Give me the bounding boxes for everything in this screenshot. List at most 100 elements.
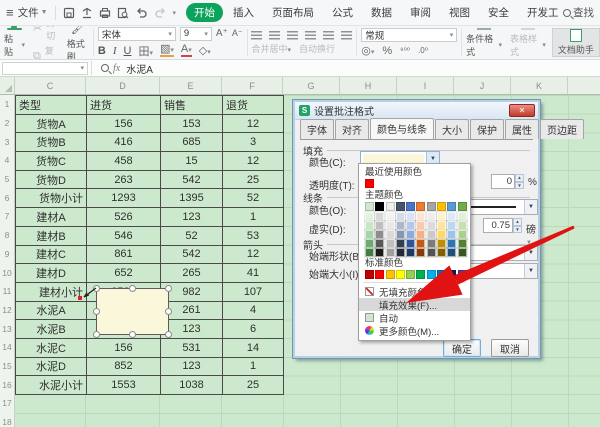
color-swatch[interactable]	[406, 202, 415, 211]
number-format-select[interactable]: 常规▾	[361, 28, 457, 42]
color-swatch[interactable]	[447, 248, 456, 257]
align-middle-icon[interactable]	[269, 31, 280, 40]
menu-tab-开发工具[interactable]: 开发工具	[519, 3, 559, 22]
fill-color-icon[interactable]: ▧▾	[160, 45, 174, 57]
chevron-down-icon[interactable]: ▼	[524, 200, 537, 214]
paste-button[interactable]: 粘贴▾	[4, 32, 25, 58]
color-swatch[interactable]	[437, 270, 446, 279]
row-header-9[interactable]: 9	[0, 245, 14, 264]
value-cell[interactable]: 25	[223, 171, 284, 190]
row-header-3[interactable]: 3	[0, 132, 14, 151]
menu-tab-数据[interactable]: 数据	[363, 3, 400, 22]
header-cell[interactable]: 类型	[16, 96, 87, 115]
header-cell[interactable]: 销售	[161, 96, 223, 115]
select-all-corner[interactable]	[0, 77, 15, 94]
fill-effects-item[interactable]: 填充效果(F)...	[359, 298, 470, 311]
color-swatch[interactable]	[416, 212, 425, 221]
value-cell[interactable]: 52	[161, 227, 223, 246]
value-cell[interactable]: 14	[223, 339, 284, 358]
menu-tab-插入[interactable]: 插入	[225, 3, 262, 22]
color-swatch[interactable]	[427, 239, 436, 248]
row-header-2[interactable]: 2	[0, 114, 14, 133]
dialog-tab-保护[interactable]: 保护	[470, 119, 504, 139]
category-cell[interactable]: 建材小计	[16, 283, 87, 302]
color-swatch[interactable]	[406, 270, 415, 279]
comment-box[interactable]	[96, 288, 169, 335]
format-painter-button[interactable]: 格式刷	[67, 37, 89, 60]
chevron-down-icon[interactable]: ▼	[524, 264, 537, 278]
decrease-font-icon[interactable]: A⁻	[232, 28, 243, 39]
color-swatch[interactable]	[406, 248, 415, 257]
column-header-C[interactable]: C	[15, 77, 86, 94]
resize-handle[interactable]	[129, 285, 136, 292]
color-swatch[interactable]	[386, 248, 395, 257]
print-preview-icon[interactable]	[117, 7, 129, 19]
color-swatch[interactable]	[416, 202, 425, 211]
category-cell[interactable]: 水泥小计	[16, 376, 87, 395]
row-header-6[interactable]: 6	[0, 188, 14, 207]
dialog-tab-颜色与线条[interactable]: 颜色与线条	[370, 118, 434, 139]
undo-icon[interactable]	[135, 7, 148, 19]
align-right-icon[interactable]	[341, 31, 352, 40]
color-swatch[interactable]	[447, 202, 456, 211]
value-cell[interactable]: 1	[223, 358, 284, 377]
column-header-D[interactable]: D	[86, 77, 160, 94]
color-swatch[interactable]	[437, 230, 446, 239]
value-cell[interactable]: 531	[161, 339, 223, 358]
value-cell[interactable]: 3	[223, 133, 284, 152]
thousands-icon[interactable]: ⁹⁰⁰	[400, 46, 410, 55]
category-cell[interactable]: 建材D	[16, 264, 87, 283]
category-cell[interactable]: 水泥A	[16, 302, 87, 321]
resize-handle[interactable]	[93, 308, 100, 315]
cancel-button[interactable]: 取消	[491, 339, 529, 357]
value-cell[interactable]: 1038	[161, 376, 223, 395]
color-swatch[interactable]	[396, 270, 405, 279]
category-cell[interactable]: 建材C	[16, 246, 87, 265]
row-header-8[interactable]: 8	[0, 226, 14, 245]
value-cell[interactable]: 265	[161, 264, 223, 283]
column-header-K[interactable]: K	[511, 77, 568, 94]
dialog-tab-属性[interactable]: 属性	[505, 119, 539, 139]
column-header-E[interactable]: E	[160, 77, 222, 94]
resize-handle[interactable]	[165, 308, 172, 315]
value-cell[interactable]: 53	[223, 227, 284, 246]
align-bottom-icon[interactable]	[287, 31, 298, 40]
color-swatch[interactable]	[437, 221, 446, 230]
value-cell[interactable]: 156	[87, 339, 161, 358]
color-swatch[interactable]	[427, 221, 436, 230]
row-header-7[interactable]: 7	[0, 207, 14, 226]
color-swatch[interactable]	[396, 221, 405, 230]
color-swatch[interactable]	[406, 221, 415, 230]
name-box[interactable]: ▾	[2, 62, 88, 75]
category-cell[interactable]: 货物小计	[16, 189, 87, 208]
color-swatch[interactable]	[427, 270, 436, 279]
font-name-select[interactable]: 宋体▾	[98, 27, 176, 41]
category-cell[interactable]: 水泥C	[16, 339, 87, 358]
category-cell[interactable]: 建材B	[16, 227, 87, 246]
value-cell[interactable]: 12	[223, 115, 284, 134]
value-cell[interactable]: 123	[161, 358, 223, 377]
align-center-icon[interactable]	[323, 31, 334, 40]
align-top-icon[interactable]	[251, 31, 262, 40]
value-cell[interactable]: 25	[223, 376, 284, 395]
italic-button[interactable]: I	[113, 45, 117, 57]
borders-icon[interactable]: 田▾	[138, 43, 153, 59]
resize-handle[interactable]	[93, 285, 100, 292]
color-swatch[interactable]	[416, 270, 425, 279]
column-header-I[interactable]: I	[397, 77, 454, 94]
conditional-format-button[interactable]: 条件格式▾	[466, 32, 502, 58]
value-cell[interactable]: 263	[87, 171, 161, 190]
cut-button[interactable]: ✂剪切	[33, 26, 59, 42]
menu-tab-页面布局[interactable]: 页面布局	[264, 3, 322, 22]
color-swatch[interactable]	[365, 221, 374, 230]
hamburger-menu-icon[interactable]: ≡	[6, 5, 14, 20]
color-swatch[interactable]	[396, 248, 405, 257]
export-icon[interactable]	[81, 7, 93, 19]
dialog-tab-对齐[interactable]: 对齐	[335, 119, 369, 139]
color-swatch[interactable]	[375, 270, 384, 279]
color-swatch[interactable]	[375, 230, 384, 239]
value-cell[interactable]: 652	[87, 264, 161, 283]
color-swatch[interactable]	[386, 202, 395, 211]
print-icon[interactable]	[99, 7, 111, 19]
row-header-16[interactable]: 16	[0, 375, 14, 394]
